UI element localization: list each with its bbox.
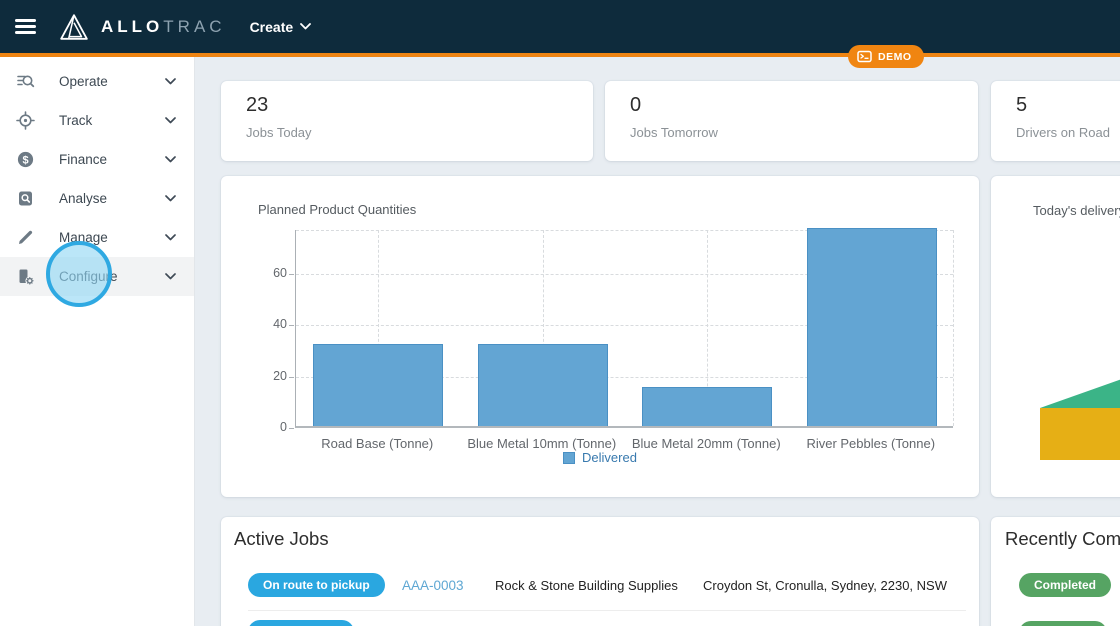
stat-label: Drivers on Road: [1016, 125, 1110, 140]
recently-completed-title: Recently Com: [1005, 528, 1120, 550]
sidebar-item-label: Configure: [59, 269, 165, 284]
sidebar-item-configure[interactable]: Configure: [0, 257, 194, 296]
legend-label: Delivered: [582, 450, 637, 465]
y-axis-tick-mark: [289, 377, 294, 378]
chart-legend[interactable]: Delivered: [221, 450, 979, 465]
create-button[interactable]: Create: [250, 19, 312, 35]
chevron-down-icon: [165, 273, 176, 280]
chevron-down-icon: [300, 23, 311, 30]
y-axis-tick-label: 60: [253, 266, 287, 280]
recently-completed-card: Recently Com Completed: [991, 517, 1120, 626]
chevron-down-icon: [165, 156, 176, 163]
pencil-icon: [16, 228, 35, 247]
sidebar-item-analyse[interactable]: Analyse: [0, 179, 194, 218]
demo-mode-badge[interactable]: DEMO: [848, 45, 924, 68]
chevron-down-icon: [165, 78, 176, 85]
bar: [478, 344, 608, 426]
sidebar-item-track[interactable]: Track: [0, 101, 194, 140]
sidebar-item-label: Operate: [59, 74, 165, 89]
job-status-cell: On route to pickup: [248, 573, 402, 597]
legend-swatch: [563, 452, 575, 464]
status-badge-partial: [248, 620, 354, 626]
job-id-link[interactable]: AAA-0003: [402, 578, 495, 593]
stat-value: 5: [1016, 94, 1027, 117]
status-badge: Completed: [1019, 573, 1111, 597]
chevron-down-icon: [165, 117, 176, 124]
bar: [807, 228, 937, 426]
status-badge: On route to pickup: [248, 573, 385, 597]
y-axis-tick-mark: [289, 428, 294, 429]
dollar-circle-icon: $: [16, 150, 35, 169]
chevron-down-icon: [165, 234, 176, 241]
y-axis-tick-label: 40: [253, 317, 287, 331]
grid-line-v: [953, 230, 954, 426]
allotrac-logo-icon: [59, 13, 89, 41]
stat-card-jobs-tomorrow: 0 Jobs Tomorrow: [605, 81, 978, 161]
y-axis-tick-mark: [289, 274, 294, 275]
bar-chart-plot-area: [295, 230, 953, 428]
active-jobs-card: Active Jobs On route to pickup AAA-0003 …: [221, 517, 979, 626]
door-gear-icon: [16, 267, 35, 286]
terminal-icon: [857, 50, 872, 63]
y-axis-tick-label: 0: [253, 420, 287, 434]
job-address: Croydon St, Cronulla, Sydney, 2230, NSW: [703, 578, 966, 593]
sidebar-item-label: Finance: [59, 152, 165, 167]
stat-card-jobs-today: 23 Jobs Today: [221, 81, 593, 161]
row-divider: [248, 610, 966, 611]
delivery-area-chart: [991, 176, 1120, 497]
hamburger-menu-icon[interactable]: [15, 15, 37, 37]
sidebar-item-label: Manage: [59, 230, 165, 245]
sidebar-item-label: Analyse: [59, 191, 165, 206]
target-icon: [16, 111, 35, 130]
stat-value: 23: [246, 94, 268, 117]
stat-label: Jobs Today: [246, 125, 312, 140]
stat-label: Jobs Tomorrow: [630, 125, 718, 140]
sidebar-item-operate[interactable]: Operate: [0, 62, 194, 101]
sidebar-nav: Operate Track $ Finance: [0, 57, 195, 626]
top-navbar: ALLOTRAC Create: [0, 0, 1120, 57]
document-search-icon: [16, 189, 35, 208]
sidebar-item-label: Track: [59, 113, 165, 128]
job-customer: Rock & Stone Building Supplies: [495, 578, 703, 593]
chevron-down-icon: [165, 195, 176, 202]
job-row: On route to pickup AAA-0003 Rock & Stone…: [248, 573, 966, 597]
planned-quantities-chart-card: Planned Product Quantities 0204060Road B…: [221, 176, 979, 497]
delivery-fulfilment-card: Today's delivery fu: [991, 176, 1120, 497]
sidebar-item-manage[interactable]: Manage: [0, 218, 194, 257]
sidebar-item-finance[interactable]: $ Finance: [0, 140, 194, 179]
y-axis-tick-mark: [289, 325, 294, 326]
svg-text:$: $: [22, 154, 28, 166]
stat-value: 0: [630, 94, 641, 117]
active-jobs-title: Active Jobs: [234, 528, 329, 550]
stat-card-drivers-on-road: 5 Drivers on Road: [991, 81, 1120, 161]
y-axis-tick-label: 20: [253, 369, 287, 383]
chart-title: Planned Product Quantities: [258, 202, 416, 217]
bar: [642, 387, 772, 426]
status-badge-partial: [1019, 621, 1107, 626]
x-axis-category-label: River Pebbles (Tonne): [771, 436, 971, 451]
bar: [313, 344, 443, 426]
brand-wordmark: ALLOTRAC: [101, 17, 226, 37]
search-list-icon: [16, 72, 35, 91]
